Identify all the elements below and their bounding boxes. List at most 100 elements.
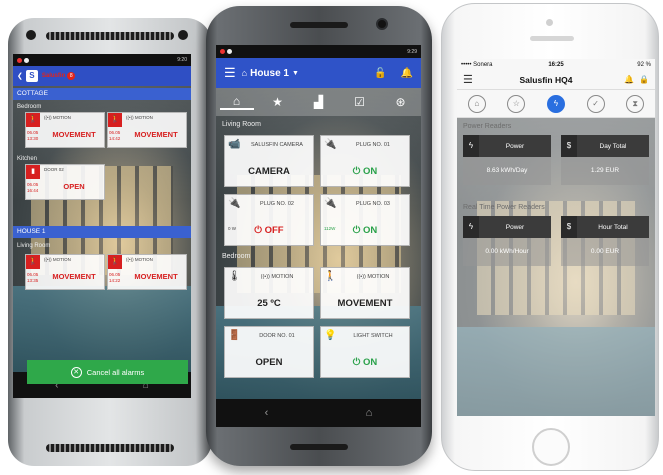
room-label-bedroom: Bedroom <box>17 104 42 110</box>
tile-value: ⏻ ON <box>352 357 378 368</box>
card-value: 0.00 kWh/Hour <box>463 238 551 266</box>
realtime-power-card[interactable]: ϟ Power 0.00 kWh/Hour <box>463 216 551 266</box>
device-tile-camera[interactable]: 📹 SALUSFIN CAMERA CAMERA <box>224 135 314 187</box>
tab-check-icon[interactable]: ✓ <box>586 94 605 113</box>
section-title-power-readers: Power Readers <box>463 123 512 130</box>
dollar-icon: $ <box>561 135 577 157</box>
tab-alarm-icon[interactable]: ⊛ <box>384 95 418 109</box>
device-tile-plug[interactable]: 🔌 PLUG NO. 03 112W ⏻ ON <box>320 194 410 246</box>
app-bar: ☰ ⌂ House 1 ▼ 🔓 🔔 <box>216 58 421 88</box>
app-notification-icon <box>24 57 29 63</box>
device-tile-plug[interactable]: 🔌 PLUG NO. 02 0 W ⏻ OFF <box>224 194 314 246</box>
salusfin-logo-icon: S <box>25 70 38 82</box>
day-total-card[interactable]: $ Day Total 1.29 EUR <box>561 135 649 185</box>
product-showcase: 9:20 ❮ S Salusfin 8 COTTAGE Bedroom 🚶 ((… <box>0 0 663 475</box>
lightning-icon: ϟ <box>463 216 479 238</box>
section-header-house-1: HOUSE 1 <box>13 226 191 238</box>
tile-header: ((•)) MOTION <box>44 257 71 262</box>
home-button[interactable] <box>532 428 570 466</box>
app-name: Salusfin <box>41 73 66 79</box>
front-sensor <box>178 30 188 40</box>
tile-header: PLUG NO. 02 <box>260 201 294 207</box>
section-title-real-time-power-readers: Real Time Power Readers <box>463 204 545 211</box>
lock-icon[interactable]: 🔓 <box>374 68 386 79</box>
alarm-tile-motion[interactable]: 🚶 ((•)) MOTION 06.05 14:42 MOVEMENT <box>107 112 187 148</box>
section-header-cottage: COTTAGE <box>13 88 191 100</box>
plug-icon: 🔌 <box>228 198 241 209</box>
carrier-label: ••••• Sonera <box>461 61 493 68</box>
device-tile-plug[interactable]: 🔌 PLUG NO. 01 ⏻ ON <box>320 135 410 187</box>
earpiece-speaker <box>530 36 574 41</box>
tile-header: DOOR 02 <box>44 167 64 172</box>
card-label: Hour Total <box>598 223 628 231</box>
back-arrow-icon[interactable]: ❮ <box>17 72 23 80</box>
tile-value: OPEN <box>63 182 85 191</box>
hamburger-menu-icon[interactable]: ☰ <box>224 65 236 81</box>
device-grid: Living Room 📹 SALUSFIN CAMERA CAMERA 🔌 P… <box>216 116 421 399</box>
status-bar: ••••• Sonera 16:25 92 % <box>457 59 655 70</box>
room-label-kitchen: Kitchen <box>17 156 38 162</box>
bell-icon[interactable]: 🔔 <box>624 75 634 84</box>
hour-total-card[interactable]: $ Hour Total 0.00 EUR <box>561 216 649 266</box>
status-time: 9:29 <box>407 48 417 55</box>
tab-home-icon[interactable]: ⌂ <box>219 94 254 110</box>
device-tile-motion[interactable]: 🚶 ((•)) MOTION MOVEMENT <box>320 267 410 319</box>
tile-header: PLUG NO. 03 <box>356 201 390 207</box>
htc-screen: 9:20 ❮ S Salusfin 8 COTTAGE Bedroom 🚶 ((… <box>13 54 191 398</box>
tab-favorites-icon[interactable]: ★ <box>261 95 295 109</box>
card-value: 0.00 EUR <box>561 238 649 266</box>
card-label: Day Total <box>599 142 627 150</box>
chevron-down-icon[interactable]: ▼ <box>292 70 299 77</box>
tab-checklist-icon[interactable]: ☑ <box>343 95 377 109</box>
app-notification-icon <box>227 49 232 54</box>
battery-level: 92 % <box>637 61 651 68</box>
alarm-tile-motion[interactable]: 🚶 ((•)) MOTION 06.05 13:35 MOVEMENT <box>25 254 105 290</box>
tab-favorites-icon[interactable]: ☆ <box>507 94 526 113</box>
tile-value: CAMERA <box>248 166 290 177</box>
alarm-tile-door[interactable]: ▮ DOOR 02 06.05 16:44 OPEN <box>25 164 105 200</box>
card-value: 1.29 EUR <box>561 157 649 185</box>
tab-home-icon[interactable]: ⌂ <box>467 94 486 113</box>
status-time: 9:20 <box>177 57 187 63</box>
tile-header: ((•)) MOTION <box>126 115 153 120</box>
lock-icon[interactable]: 🔒 <box>639 75 649 84</box>
walking-person-icon: 🚶 <box>324 271 337 282</box>
device-tile-light-switch[interactable]: 💡 LIGHT SWITCH ⏻ ON <box>320 326 410 378</box>
tab-energy-icon[interactable]: ϟ <box>546 94 565 113</box>
alarm-tile-motion[interactable]: 🚶 ((•)) MOTION 06.05 13:30 MOVEMENT <box>25 112 105 148</box>
tab-bar: ⌂ ★ ▟ ☑ ⊛ <box>216 88 421 116</box>
tab-hourglass-icon[interactable]: ⧗ <box>626 94 645 113</box>
notification-icon <box>17 57 22 63</box>
front-camera <box>546 19 553 26</box>
tile-header: ((•)) MOTION <box>260 274 294 280</box>
tile-header: ((•)) MOTION <box>356 274 390 280</box>
room-label-living-room: Living Room <box>222 121 261 128</box>
tab-statistics-icon[interactable]: ▟ <box>302 95 336 109</box>
walking-person-icon: 🚶 <box>26 255 40 269</box>
front-camera <box>376 18 388 30</box>
card-label: Power <box>505 142 525 150</box>
cancel-all-alarms-button[interactable]: ✕ Cancel all alarms <box>27 360 188 384</box>
status-bar: 9:20 <box>13 54 191 66</box>
tile-header: SALUSFIN CAMERA <box>251 142 303 148</box>
walking-person-icon: 🚶 <box>108 255 122 269</box>
power-card[interactable]: ϟ Power 8.63 kWh/Day <box>463 135 551 185</box>
device-tile-door[interactable]: 🚪 DOOR NO. 01 OPEN <box>224 326 314 378</box>
tile-timestamp: 06.05 14:22 <box>109 272 121 283</box>
home-nav-icon[interactable]: ⌂ <box>366 407 373 419</box>
device-tile-temperature[interactable]: 🌡 ((•)) MOTION 25 ºC <box>224 267 314 319</box>
camera-icon: 📹 <box>228 139 241 150</box>
room-label-bedroom: Bedroom <box>222 253 251 260</box>
house-selector[interactable]: House 1 <box>250 68 289 79</box>
bell-icon[interactable]: 🔔 <box>401 68 413 79</box>
hamburger-menu-icon[interactable]: ☰ <box>463 73 473 86</box>
door-icon: ▮ <box>26 165 40 179</box>
bottom-speaker <box>290 444 348 450</box>
tile-timestamp: 06.05 13:30 <box>27 130 39 141</box>
tile-value: ⏻ ON <box>352 166 378 177</box>
walking-person-icon: 🚶 <box>108 113 122 127</box>
back-nav-icon[interactable]: ‹ <box>265 407 269 419</box>
alarm-tile-motion[interactable]: 🚶 ((•)) MOTION 06.05 14:22 MOVEMENT <box>107 254 187 290</box>
alarm-count-badge[interactable]: 8 <box>67 72 76 80</box>
tile-value: ⏻ OFF <box>254 225 284 236</box>
